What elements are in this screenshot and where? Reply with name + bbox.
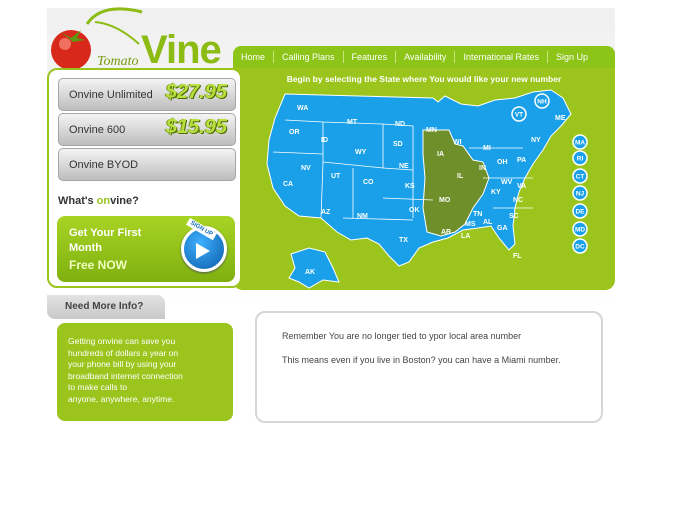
nav-international-rates[interactable]: International Rates (455, 52, 547, 62)
plan-price: $15.95 (165, 116, 227, 138)
state-bubble-dc[interactable]: DC (575, 244, 585, 251)
state-label[interactable]: IN (479, 165, 486, 172)
state-label[interactable]: UT (331, 173, 341, 180)
state-label[interactable]: WA (297, 105, 308, 112)
usa-map[interactable]: WA OR CA ID NV MT WY UT AZ CO NM ND SD N… (233, 68, 615, 290)
state-label[interactable]: WY (355, 149, 367, 156)
state-label[interactable]: TX (399, 237, 408, 244)
state-label[interactable]: NE (399, 163, 409, 170)
info-box: Getting onvine can save you hundreds of … (57, 323, 233, 421)
state-label[interactable]: IA (437, 151, 444, 158)
state-label[interactable]: LA (461, 233, 470, 240)
state-label[interactable]: ID (321, 137, 328, 144)
state-label[interactable]: GA (497, 225, 508, 232)
state-bubble-ri[interactable]: RI (577, 156, 584, 163)
state-label[interactable]: AR (441, 229, 451, 236)
alaska-shape[interactable] (288, 247, 340, 289)
state-label[interactable]: CA (283, 181, 293, 188)
plan-600-button[interactable]: Onvine 600 $15.95 (58, 113, 236, 146)
state-label[interactable]: IL (457, 173, 464, 180)
state-label[interactable]: VA (517, 183, 526, 190)
state-bubble-nj[interactable]: NJ (576, 191, 585, 198)
sign-up-badge-label: SIGN UP (186, 217, 217, 241)
sign-up-badge-icon[interactable]: SIGN UP (181, 217, 227, 272)
plan-name: Onvine Unlimited (69, 89, 153, 101)
state-bubble-ct[interactable]: CT (576, 174, 585, 181)
nav-sign-up[interactable]: Sign Up (548, 52, 596, 62)
state-label[interactable]: NV (301, 165, 311, 172)
state-label[interactable]: CO (363, 179, 374, 186)
state-bubble-md[interactable]: MD (575, 227, 585, 234)
free-month-cta[interactable]: Get Your First Month Free NOW SIGN UP (57, 216, 235, 282)
state-label[interactable]: OK (409, 207, 420, 214)
message-box: Remember You are no longer tied to ypor … (255, 311, 603, 423)
state-label[interactable]: WI (453, 139, 462, 146)
cta-line3: Free NOW (69, 258, 128, 272)
state-label[interactable]: AL (483, 219, 493, 226)
state-label[interactable]: TN (473, 211, 482, 218)
plan-byod-button[interactable]: Onvine BYOD (58, 148, 236, 181)
logo-vine-text: Vine (141, 28, 222, 72)
info-tab-label: Need More Info? (65, 301, 144, 312)
arrow-right-icon (196, 243, 210, 259)
plan-name: Onvine BYOD (69, 159, 139, 171)
state-label[interactable]: KY (491, 189, 501, 196)
info-tab: Need More Info? (47, 295, 165, 319)
state-bubble-nh[interactable]: NH (537, 99, 547, 106)
state-label[interactable]: MS (465, 221, 476, 228)
state-label[interactable]: PA (517, 157, 526, 164)
state-bubble-vt[interactable]: VT (515, 112, 523, 119)
state-label[interactable]: NY (531, 137, 541, 144)
cta-line2: Month (69, 242, 102, 254)
tomatovine-logo[interactable]: Tomato Vine (47, 4, 237, 74)
state-bubble-ma[interactable]: MA (575, 140, 585, 147)
whats-onvine-heading[interactable]: What's onvine? (58, 195, 139, 207)
state-label[interactable]: SD (393, 141, 403, 148)
state-label[interactable]: AK (305, 269, 315, 276)
state-label[interactable]: NC (513, 197, 523, 204)
state-bubble-de[interactable]: DE (575, 209, 585, 216)
state-label[interactable]: MO (439, 197, 451, 204)
state-label[interactable]: SC (509, 213, 519, 220)
nav-availability[interactable]: Availability (396, 52, 454, 62)
nav-calling-plans[interactable]: Calling Plans (274, 52, 343, 62)
state-label[interactable]: AZ (321, 209, 331, 216)
state-label[interactable]: OR (289, 129, 300, 136)
nav-features[interactable]: Features (344, 52, 396, 62)
whats-suffix: vine? (110, 195, 139, 207)
plan-price: $27.95 (165, 81, 227, 103)
nav-home[interactable]: Home (233, 52, 273, 62)
state-label[interactable]: FL (513, 253, 522, 260)
whats-prefix: What's (58, 195, 97, 207)
plan-name: Onvine 600 (69, 124, 126, 136)
state-label[interactable]: WV (501, 179, 513, 186)
state-label[interactable]: ND (395, 121, 405, 128)
cta-line1: Get Your First (69, 227, 142, 239)
top-nav: Home Calling Plans Features Availability… (233, 46, 615, 68)
info-text: Getting onvine can save you hundreds of … (68, 336, 183, 404)
state-label[interactable]: MT (347, 119, 358, 126)
state-label[interactable]: OH (497, 159, 508, 166)
state-label[interactable]: MI (483, 145, 491, 152)
plan-unlimited-button[interactable]: Onvine Unlimited $27.95 (58, 78, 236, 111)
message-line-1: Remember You are no longer tied to ypor … (282, 331, 522, 341)
whats-on: on (96, 195, 111, 207)
state-label[interactable]: NM (357, 213, 368, 220)
state-label[interactable]: ME (555, 115, 566, 122)
state-label[interactable]: MN (426, 127, 437, 134)
message-line-2: This means even if you live in Boston? y… (282, 355, 561, 365)
state-map-panel: Begin by selecting the State where You w… (233, 68, 615, 290)
cta-text: Get Your First Month Free NOW (69, 226, 179, 273)
state-label[interactable]: KS (405, 183, 415, 190)
